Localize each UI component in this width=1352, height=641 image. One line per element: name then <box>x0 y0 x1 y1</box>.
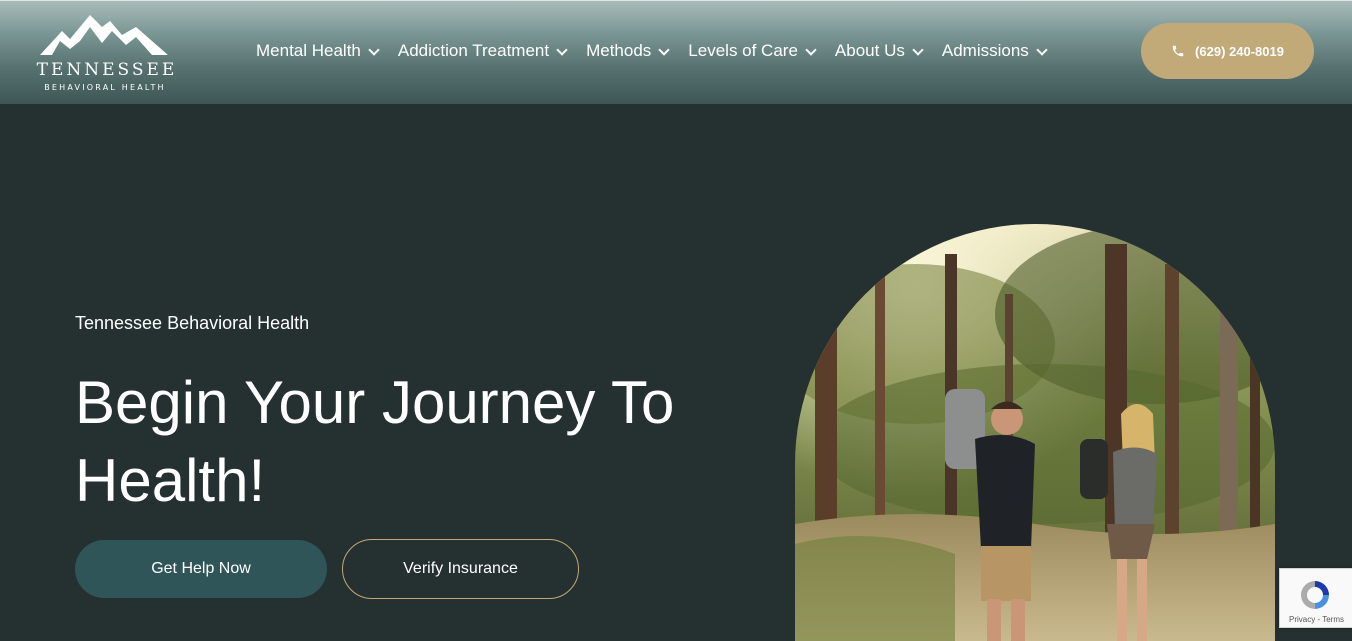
hero-headline: Begin Your Journey To Health! <box>75 364 755 520</box>
phone-number: (629) 240-8019 <box>1195 43 1284 59</box>
nav-item-methods[interactable]: Methods <box>586 41 670 61</box>
nav-label: Methods <box>586 41 652 60</box>
phone-icon <box>1172 45 1184 57</box>
nav-label: Levels of Care <box>688 41 798 60</box>
mountain-logo-icon <box>40 15 168 55</box>
main-nav: Mental Health Addiction Treatment Method… <box>256 41 1066 61</box>
nav-label: Addiction Treatment <box>397 41 550 60</box>
logo-subtitle: BEHAVIORAL HEALTH <box>44 83 166 92</box>
logo[interactable]: TENNESSEE BEHAVIORAL HEALTH <box>30 13 180 93</box>
recaptcha-privacy-terms[interactable]: Privacy - Terms <box>1280 615 1352 624</box>
recaptcha-badge[interactable]: Privacy - Terms <box>1279 568 1352 628</box>
verify-insurance-button[interactable]: Verify Insurance <box>342 539 579 599</box>
nav-label: Mental Health <box>256 41 361 60</box>
chevron-down-icon <box>912 43 924 56</box>
nav-item-levels-of-care[interactable]: Levels of Care <box>688 41 817 61</box>
nav-item-addiction-treatment[interactable]: Addiction Treatment <box>397 41 568 61</box>
chevron-down-icon <box>658 43 670 56</box>
headline-line-2: Health! <box>75 447 266 514</box>
chevron-down-icon <box>368 43 380 56</box>
chevron-down-icon <box>805 43 817 56</box>
chevron-down-icon <box>1036 43 1048 56</box>
hikers-forest-image <box>795 224 1275 641</box>
get-help-now-button[interactable]: Get Help Now <box>75 540 327 598</box>
nav-label: Admissions <box>941 41 1029 60</box>
hero-image <box>795 224 1275 641</box>
hero-eyebrow: Tennessee Behavioral Health <box>75 313 310 333</box>
nav-label: About Us <box>834 41 905 60</box>
headline-line-1: Begin Your Journey To <box>75 369 675 436</box>
nav-item-admissions[interactable]: Admissions <box>941 41 1048 61</box>
recaptcha-icon <box>1301 581 1329 609</box>
logo-wordmark: TENNESSEE <box>36 60 178 80</box>
site-header: TENNESSEE BEHAVIORAL HEALTH Mental Healt… <box>0 0 1352 104</box>
chevron-down-icon <box>556 43 568 56</box>
phone-call-button[interactable]: (629) 240-8019 <box>1141 23 1314 79</box>
nav-item-about-us[interactable]: About Us <box>834 41 924 61</box>
nav-item-mental-health[interactable]: Mental Health <box>256 41 380 61</box>
